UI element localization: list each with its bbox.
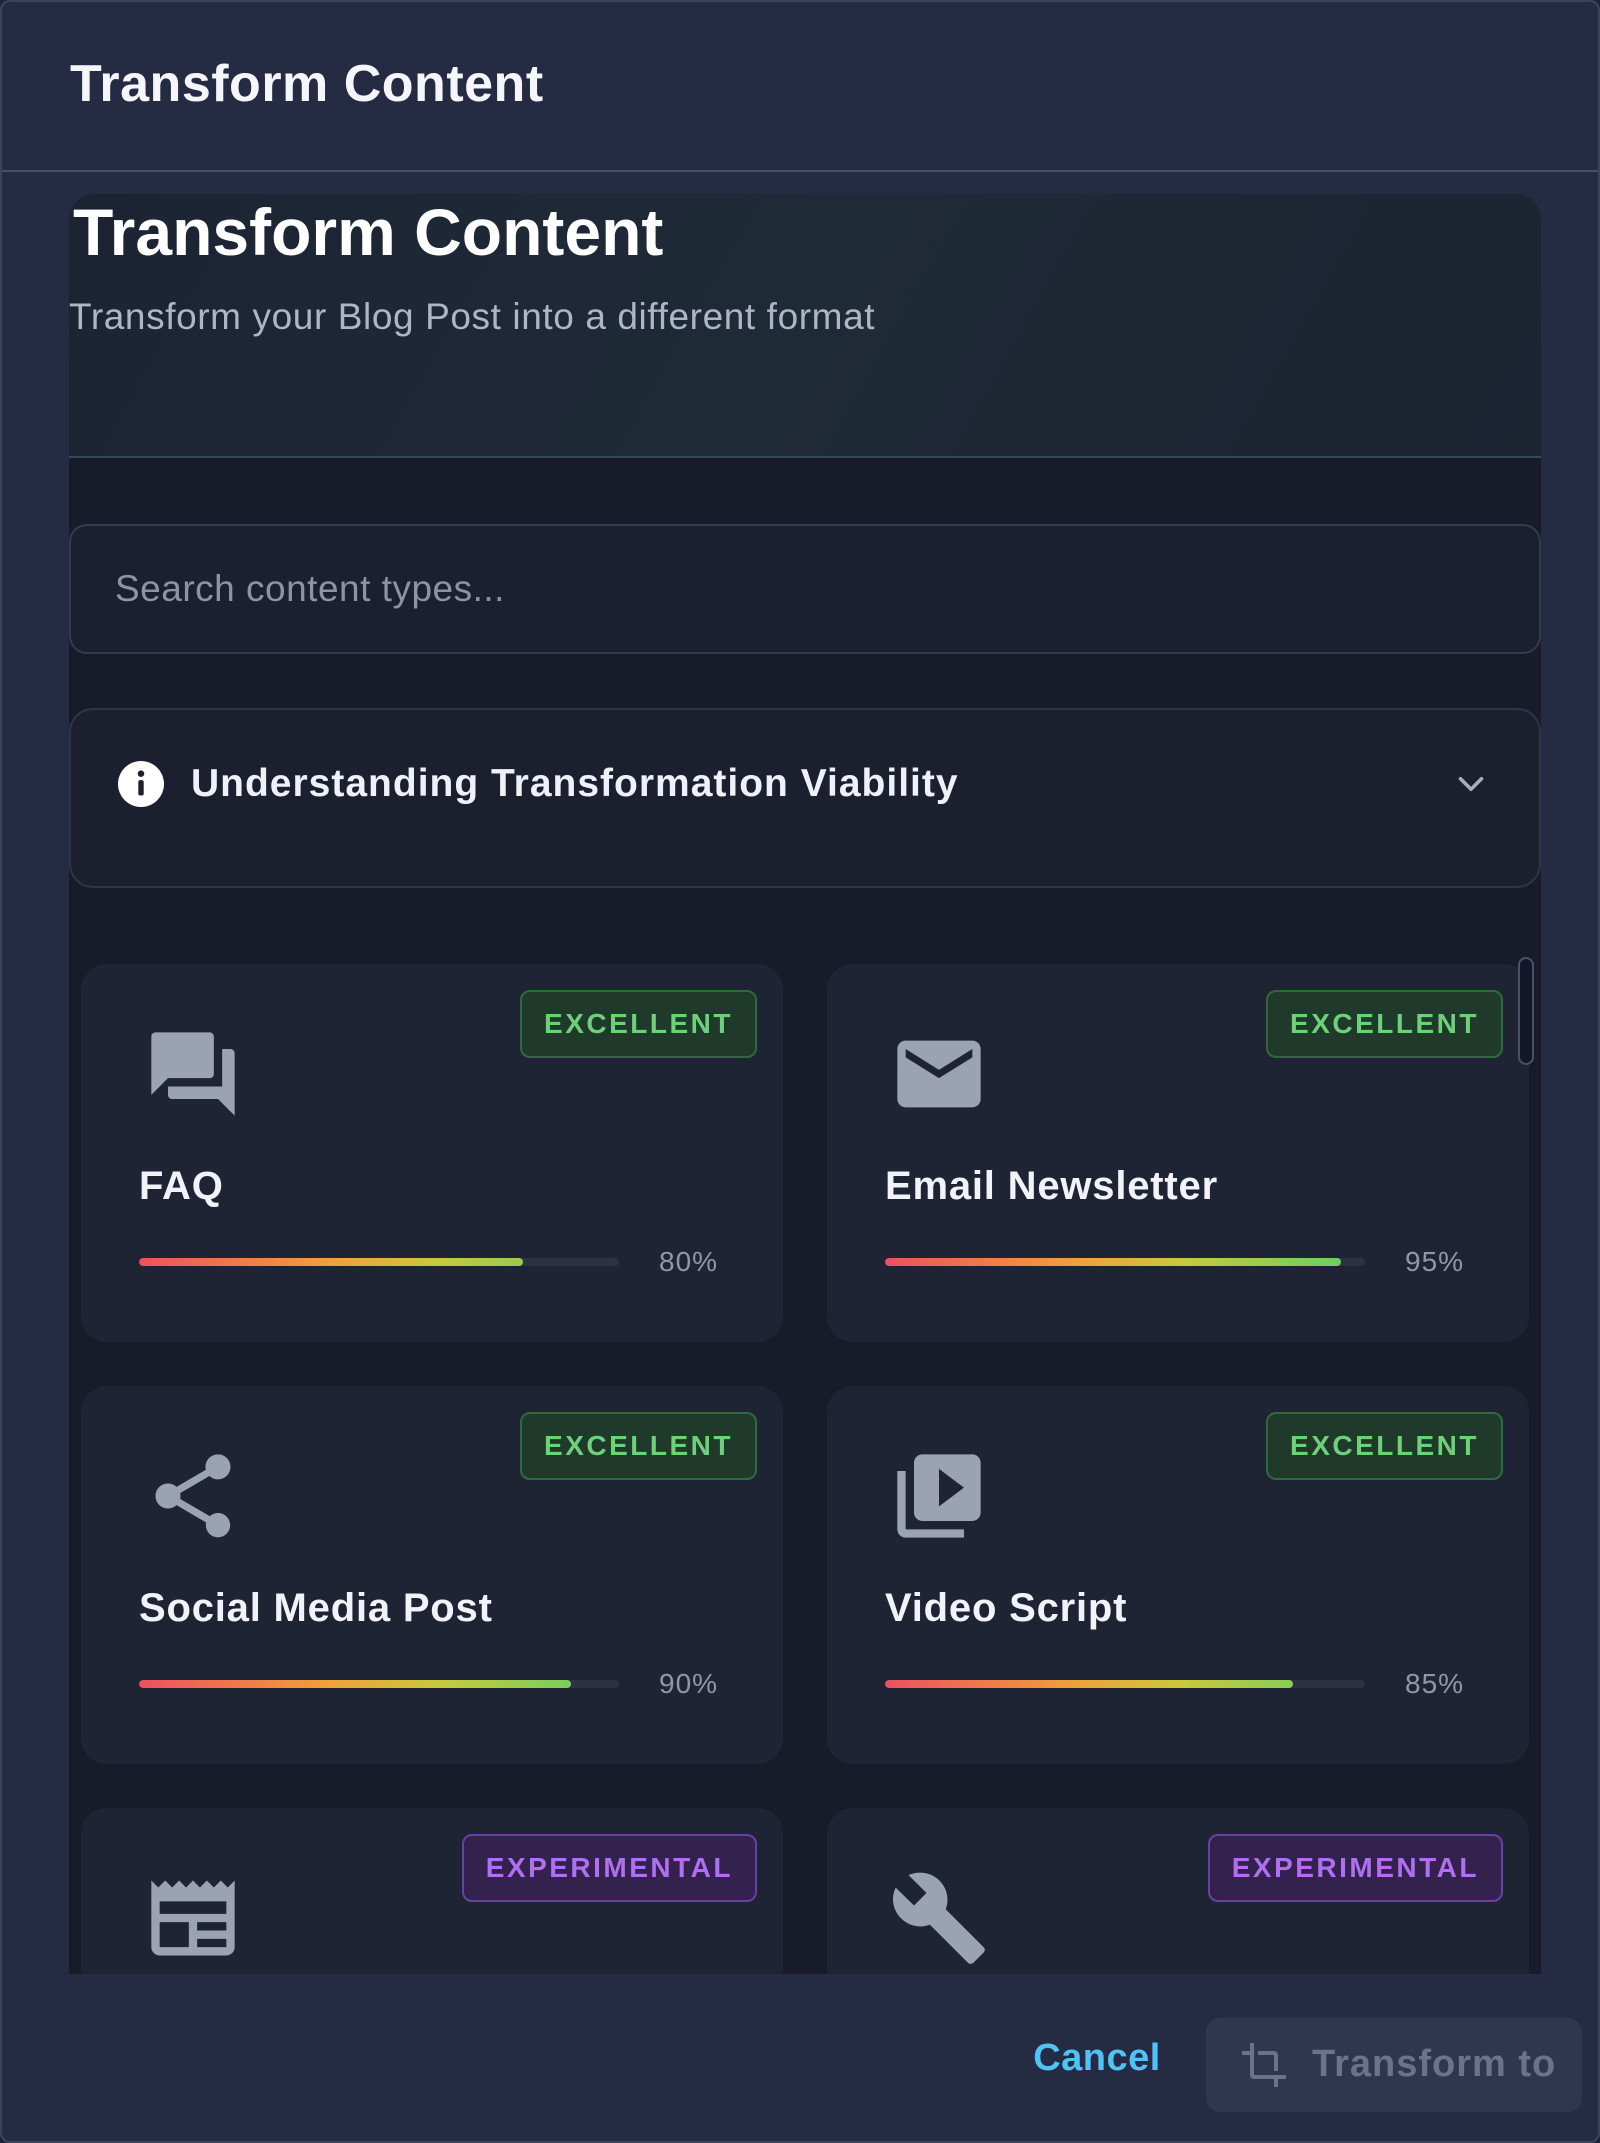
viability-badge: EXPERIMENTAL	[461, 1834, 757, 1902]
content-type-card-faq[interactable]: EXCELLENT FAQ 80%	[81, 964, 783, 1342]
email-icon	[889, 1024, 989, 1124]
viability-badge: EXCELLENT	[1266, 1412, 1503, 1480]
card-title: Video Script	[885, 1586, 1128, 1630]
viability-badge: EXCELLENT	[520, 1412, 757, 1480]
viability-bar-fill	[885, 1680, 1293, 1688]
card-list-scrollbar[interactable]	[1518, 957, 1534, 1065]
dialog-title: Transform Content	[70, 55, 544, 113]
viability-bar	[885, 1680, 1365, 1688]
card-title: FAQ	[139, 1164, 224, 1208]
card-title: Social Media Post	[139, 1586, 493, 1630]
viability-accordion[interactable]: Understanding Transformation Viability	[69, 708, 1541, 888]
newspaper-icon	[143, 1868, 243, 1968]
viability-bar-fill	[885, 1258, 1341, 1266]
hero-title: Transform Content	[73, 195, 664, 269]
accordion-label: Understanding Transformation Viability	[191, 762, 959, 805]
viability-bar	[139, 1680, 619, 1688]
viability-percent: 95%	[1405, 1246, 1465, 1277]
dialog-content[interactable]: Transform Content Transform your Blog Po…	[69, 194, 1541, 1974]
content-type-card-social-media-post[interactable]: EXCELLENT Social Media Post 90%	[81, 1386, 783, 1764]
viability-bar	[139, 1258, 619, 1266]
crop-icon	[1242, 2043, 1286, 2087]
transform-button-label: Transform to	[1312, 2043, 1557, 2085]
forum-icon	[143, 1024, 243, 1124]
chevron-down-icon[interactable]	[1453, 766, 1489, 802]
transform-dialog: Transform Content Transform Content Tran…	[0, 0, 1600, 2143]
dialog-header: Transform Content	[2, 2, 1598, 172]
share-icon	[143, 1446, 243, 1546]
wrench-icon	[889, 1868, 989, 1968]
viability-badge: EXPERIMENTAL	[1207, 1834, 1503, 1902]
search-input[interactable]	[69, 524, 1541, 654]
transform-button[interactable]: Transform to	[1206, 2018, 1582, 2112]
cancel-button[interactable]: Cancel	[1022, 2018, 1172, 2098]
viability-badge: EXCELLENT	[520, 990, 757, 1058]
viability-percent: 80%	[659, 1246, 719, 1277]
viability-bar	[885, 1258, 1365, 1266]
viability-percent: 90%	[659, 1668, 719, 1699]
dialog-footer: Cancel Transform to	[2, 1974, 1598, 2141]
content-type-card-email-newsletter[interactable]: EXCELLENT Email Newsletter 95%	[827, 964, 1529, 1342]
video-library-icon	[889, 1446, 989, 1546]
viability-bar-fill	[139, 1680, 571, 1688]
info-icon	[118, 761, 164, 807]
hero-banner: Transform Content Transform your Blog Po…	[69, 194, 1541, 458]
viability-badge: EXCELLENT	[1266, 990, 1503, 1058]
viability-bar-fill	[139, 1258, 523, 1266]
content-type-card[interactable]: EXPERIMENTAL	[81, 1808, 783, 1974]
hero-subtitle: Transform your Blog Post into a differen…	[69, 296, 876, 337]
content-type-card-video-script[interactable]: EXCELLENT Video Script 85%	[827, 1386, 1529, 1764]
card-title: Email Newsletter	[885, 1164, 1218, 1208]
viability-percent: 85%	[1405, 1668, 1465, 1699]
content-type-card[interactable]: EXPERIMENTAL	[827, 1808, 1529, 1974]
